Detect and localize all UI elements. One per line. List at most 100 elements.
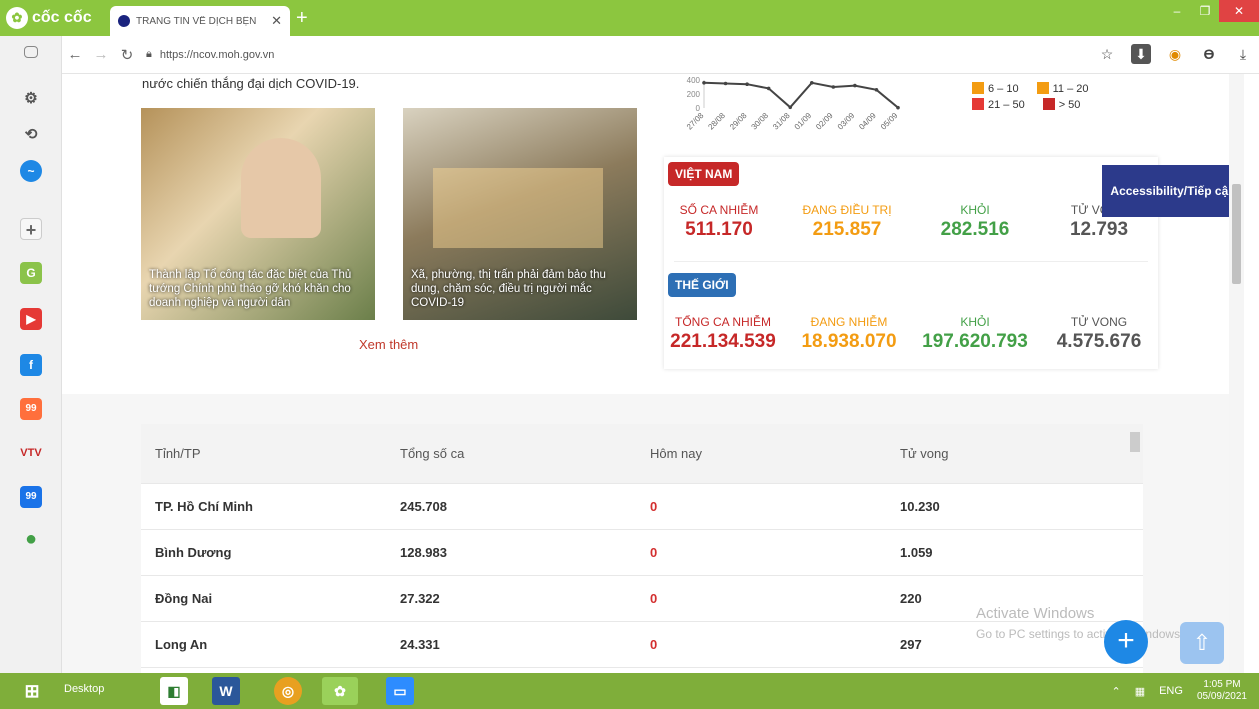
forward-button[interactable]: →	[88, 46, 114, 63]
page-scrollbar[interactable]	[1229, 74, 1244, 673]
see-more-link[interactable]: Xem thêm	[359, 337, 418, 352]
reload-button[interactable]: ↻	[114, 46, 140, 64]
language-indicator[interactable]: ENG	[1159, 685, 1183, 697]
history-icon[interactable]: ⟲	[20, 124, 42, 146]
world-treating-stat: ĐANG NHIỄM 18.938.070	[794, 315, 904, 353]
vtv-icon[interactable]: VTV	[20, 442, 42, 464]
download-icon[interactable]: ⬇	[1131, 44, 1151, 64]
scroll-to-top-button[interactable]: ⇧	[1180, 622, 1224, 664]
legend-row: 21 – 50 > 50	[972, 96, 1088, 112]
vn-recovered-stat: KHỎI 282.516	[920, 203, 1030, 241]
legend-label: 6 – 10	[988, 82, 1019, 95]
data-point	[702, 81, 706, 85]
stat-label: TỬ VONG	[1070, 315, 1128, 329]
news-photo-crowd	[433, 168, 603, 248]
stat-label: KHỎI	[960, 315, 990, 329]
stat-label: ĐANG NHIỄM	[810, 315, 888, 329]
url-text: https://ncov.moh.gov.vn	[159, 48, 275, 61]
header-total: Tổng số ca	[400, 446, 465, 461]
stat-label: KHỎI	[960, 203, 990, 217]
legend-label: > 50	[1058, 98, 1081, 111]
stat-value: 4.575.676	[1056, 331, 1142, 352]
map-legend: 6 – 10 11 – 20 21 – 50 > 50	[972, 80, 1088, 112]
cell-province: TP. Hồ Chí Minh	[155, 499, 253, 514]
news-card[interactable]: Xã, phường, thị trấn phải đảm bảo thu du…	[403, 108, 637, 320]
legend-item: 11 – 20	[1036, 81, 1088, 95]
bookmark-star-icon[interactable]: ☆	[1097, 44, 1117, 64]
extension-icon[interactable]: ◉	[1165, 44, 1185, 64]
vn-treating-stat: ĐANG ĐIỀU TRỊ 215.857	[792, 203, 902, 241]
cases-line-chart: 400200027/08 28/08 29/08 30/08 31/08 01/09 02/…	[685, 76, 900, 132]
back-button[interactable]: ←	[62, 46, 88, 63]
data-point	[874, 88, 879, 92]
stat-value: 511.170	[685, 219, 753, 240]
plus-fab-button[interactable]: +	[1104, 620, 1148, 664]
header-today: Hôm nay	[650, 446, 703, 461]
stat-value: 12.793	[1069, 219, 1129, 240]
address-bar: ← → ↻ 🔒︎ https://ncov.moh.gov.vn ☆ ⬇ ◉ ϴ…	[0, 36, 1259, 74]
cell-total: 24.331	[400, 637, 440, 652]
news-card[interactable]: Thành lập Tổ công tác đặc biệt của Thủ t…	[141, 108, 375, 320]
word-icon[interactable]: W	[212, 677, 240, 705]
downloads-tray-icon[interactable]: ⤓	[1233, 44, 1253, 64]
tab-close-icon[interactable]: ✕	[271, 13, 282, 29]
facebook-icon[interactable]: f	[20, 354, 42, 376]
table-header-row: Tỉnh/TP Tổng số ca Hôm nay Tử vong	[141, 424, 1143, 484]
coccoc-logo-icon: ✿	[6, 7, 28, 29]
world-cases-stat: TỔNG CA NHIỄM 221.134.539	[668, 315, 778, 353]
add-sidebar-icon[interactable]: +	[20, 218, 42, 240]
cell-total: 27.322	[400, 591, 440, 606]
network-icon[interactable]: ▦	[1135, 685, 1145, 698]
data-point	[896, 105, 900, 110]
table-scrollbar[interactable]	[1130, 432, 1140, 452]
shopping-app-icon[interactable]: 99	[20, 398, 42, 420]
zoom-icon[interactable]: ▭	[386, 677, 414, 705]
desktop-label[interactable]: Desktop	[64, 683, 104, 695]
browser-tab[interactable]: TRANG TIN VỀ DỊCH BỆN ✕	[110, 6, 290, 36]
data-point	[853, 83, 857, 88]
new-tab-button[interactable]: +	[296, 8, 308, 28]
page-content: nước chiến thắng đại dịch COVID-19. Thàn…	[62, 74, 1244, 673]
data-point	[831, 85, 836, 89]
browser-sidebar: ⚙ ⟲ ~ + G ▶ f 99 VTV 99 ●	[0, 36, 62, 673]
legend-swatch	[1042, 97, 1055, 110]
tiki-icon[interactable]: 99	[20, 486, 42, 508]
page-scrollbar-thumb[interactable]	[1232, 184, 1241, 284]
dots-app-icon[interactable]: ●	[20, 528, 42, 550]
data-point	[766, 86, 771, 91]
cell-deaths: 297	[900, 637, 922, 652]
intro-text: nước chiến thắng đại dịch COVID-19.	[142, 76, 360, 91]
table-row: Bình Dương 128.983 0 1.059	[141, 530, 1143, 576]
store-icon[interactable]: ◧	[160, 677, 188, 705]
url-field[interactable]: 🔒︎ https://ncov.moh.gov.vn	[146, 48, 274, 61]
coccoc-taskbar-icon[interactable]: ✿	[322, 677, 358, 705]
chrome-icon[interactable]: ◎	[274, 677, 302, 705]
messenger-icon[interactable]: ~	[20, 160, 42, 182]
coccoc-brand[interactable]: ✿ cốc cốc	[6, 6, 92, 30]
divider	[674, 261, 1148, 262]
accessibility-button[interactable]: Accessibility/Tiếp cận	[1102, 165, 1244, 217]
x-tick-label: 01/09	[793, 111, 814, 132]
cell-total: 128.983	[400, 545, 447, 560]
minimize-button[interactable]: –	[1163, 0, 1191, 22]
x-tick-label: 04/09	[857, 111, 878, 132]
maximize-button[interactable]: ❐	[1191, 0, 1219, 22]
g-app-icon[interactable]: G	[20, 262, 42, 284]
data-point	[745, 82, 749, 86]
profile-icon[interactable]: ϴ	[1199, 44, 1219, 64]
data-point	[723, 81, 728, 86]
start-button[interactable]: ⊞	[18, 677, 46, 705]
x-tick-label: 30/08	[750, 111, 771, 132]
cell-today: 0	[650, 545, 658, 560]
settings-icon[interactable]: ⚙	[20, 88, 42, 110]
youtube-icon[interactable]: ▶	[20, 308, 42, 330]
clock[interactable]: 1:05 PM 05/09/2021	[1197, 679, 1247, 703]
news-caption: Xã, phường, thị trấn phải đảm bảo thu du…	[411, 269, 606, 309]
table-row: TP. Hồ Chí Minh 245.708 0 10.230	[141, 484, 1143, 530]
header-province: Tỉnh/TP	[155, 446, 201, 461]
stat-label: ĐANG ĐIỀU TRỊ	[802, 203, 892, 217]
sidebar-panel-icon[interactable]	[24, 46, 38, 58]
close-window-button[interactable]: ✕	[1219, 0, 1259, 22]
tray-arrow-icon[interactable]: ⌃	[1111, 685, 1120, 698]
news-photo-person	[241, 138, 321, 238]
